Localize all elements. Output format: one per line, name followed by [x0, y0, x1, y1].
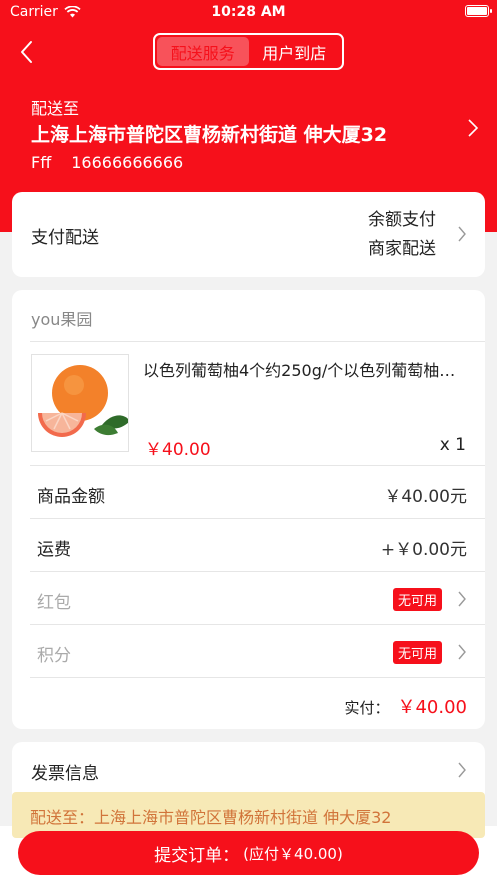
chevron-right-icon	[458, 644, 466, 660]
product-quantity: x 1	[439, 435, 466, 455]
payment-title: 支付配送	[31, 228, 99, 248]
tab-delivery[interactable]: 配送服务	[157, 37, 249, 66]
chevron-right-icon	[458, 226, 466, 242]
total-value: ￥40.00	[397, 697, 467, 718]
status-time: 10:28 AM	[211, 4, 286, 20]
shipping-value: +￥0.00元	[380, 540, 467, 560]
chevron-right-icon	[468, 119, 479, 137]
points-row[interactable]: 积分 无可用	[30, 625, 485, 677]
battery-icon	[465, 5, 492, 17]
goods-amount-value: ￥40.00元	[384, 487, 467, 507]
invoice-label: 发票信息	[31, 764, 99, 784]
address-label: 配送至	[31, 99, 80, 118]
status-bar: Carrier 10:28 AM	[0, 0, 497, 26]
shipping-label: 运费	[37, 540, 71, 560]
submit-due: (应付￥40.00)	[243, 844, 343, 863]
delivery-method: 商家配送	[368, 239, 436, 259]
payment-card[interactable]: 支付配送 余额支付 商家配送	[12, 192, 485, 277]
payment-values: 余额支付 商家配送	[368, 206, 436, 264]
goods-amount-row: 商品金额 ￥40.00元	[30, 466, 485, 518]
payment-method: 余额支付	[368, 210, 436, 230]
address-text: 上海上海市普陀区曹杨新村街道 伸大厦32	[31, 124, 388, 146]
divider	[30, 341, 485, 342]
notice-text: 配送至：上海上海市普陀区曹杨新村街道 伸大厦32	[30, 808, 392, 827]
back-button[interactable]	[14, 38, 42, 66]
total-label: 实付：	[344, 699, 390, 717]
address-contact: Fff 16666666666	[31, 153, 183, 172]
divider	[30, 677, 485, 678]
points-badge: 无可用	[392, 641, 442, 664]
contact-phone: 16666666666	[71, 153, 184, 172]
order-card: you果园 以色列葡萄柚4个约250g/个以色列葡萄柚4个约250g/个 ￥40…	[12, 290, 485, 729]
red-packet-label: 红包	[37, 593, 71, 613]
product-price: ￥40.00	[145, 440, 211, 460]
chevron-right-icon	[458, 762, 466, 778]
chevron-left-icon	[21, 41, 32, 63]
total-row: 实付： ￥40.00	[344, 693, 467, 719]
submit-label: 提交订单：	[154, 845, 240, 866]
red-packet-badge: 无可用	[392, 588, 442, 611]
submit-order-button[interactable]: 提交订单： (应付￥40.00)	[18, 831, 479, 875]
shop-name: you果园	[31, 310, 93, 329]
points-label: 积分	[37, 646, 71, 666]
shipping-row: 运费 +￥0.00元	[30, 519, 485, 571]
contact-name: Fff	[31, 153, 52, 172]
tab-pickup[interactable]: 用户到店	[249, 37, 341, 66]
chevron-right-icon	[458, 591, 466, 607]
grapefruit-image	[38, 365, 130, 437]
product-image[interactable]	[31, 354, 130, 452]
red-packet-row[interactable]: 红包 无可用	[30, 572, 485, 624]
product-name: 以色列葡萄柚4个约250g/个以色列葡萄柚4个约250g/个	[143, 361, 461, 380]
service-switch: 配送服务 用户到店	[153, 33, 344, 70]
goods-amount-label: 商品金额	[37, 487, 105, 507]
